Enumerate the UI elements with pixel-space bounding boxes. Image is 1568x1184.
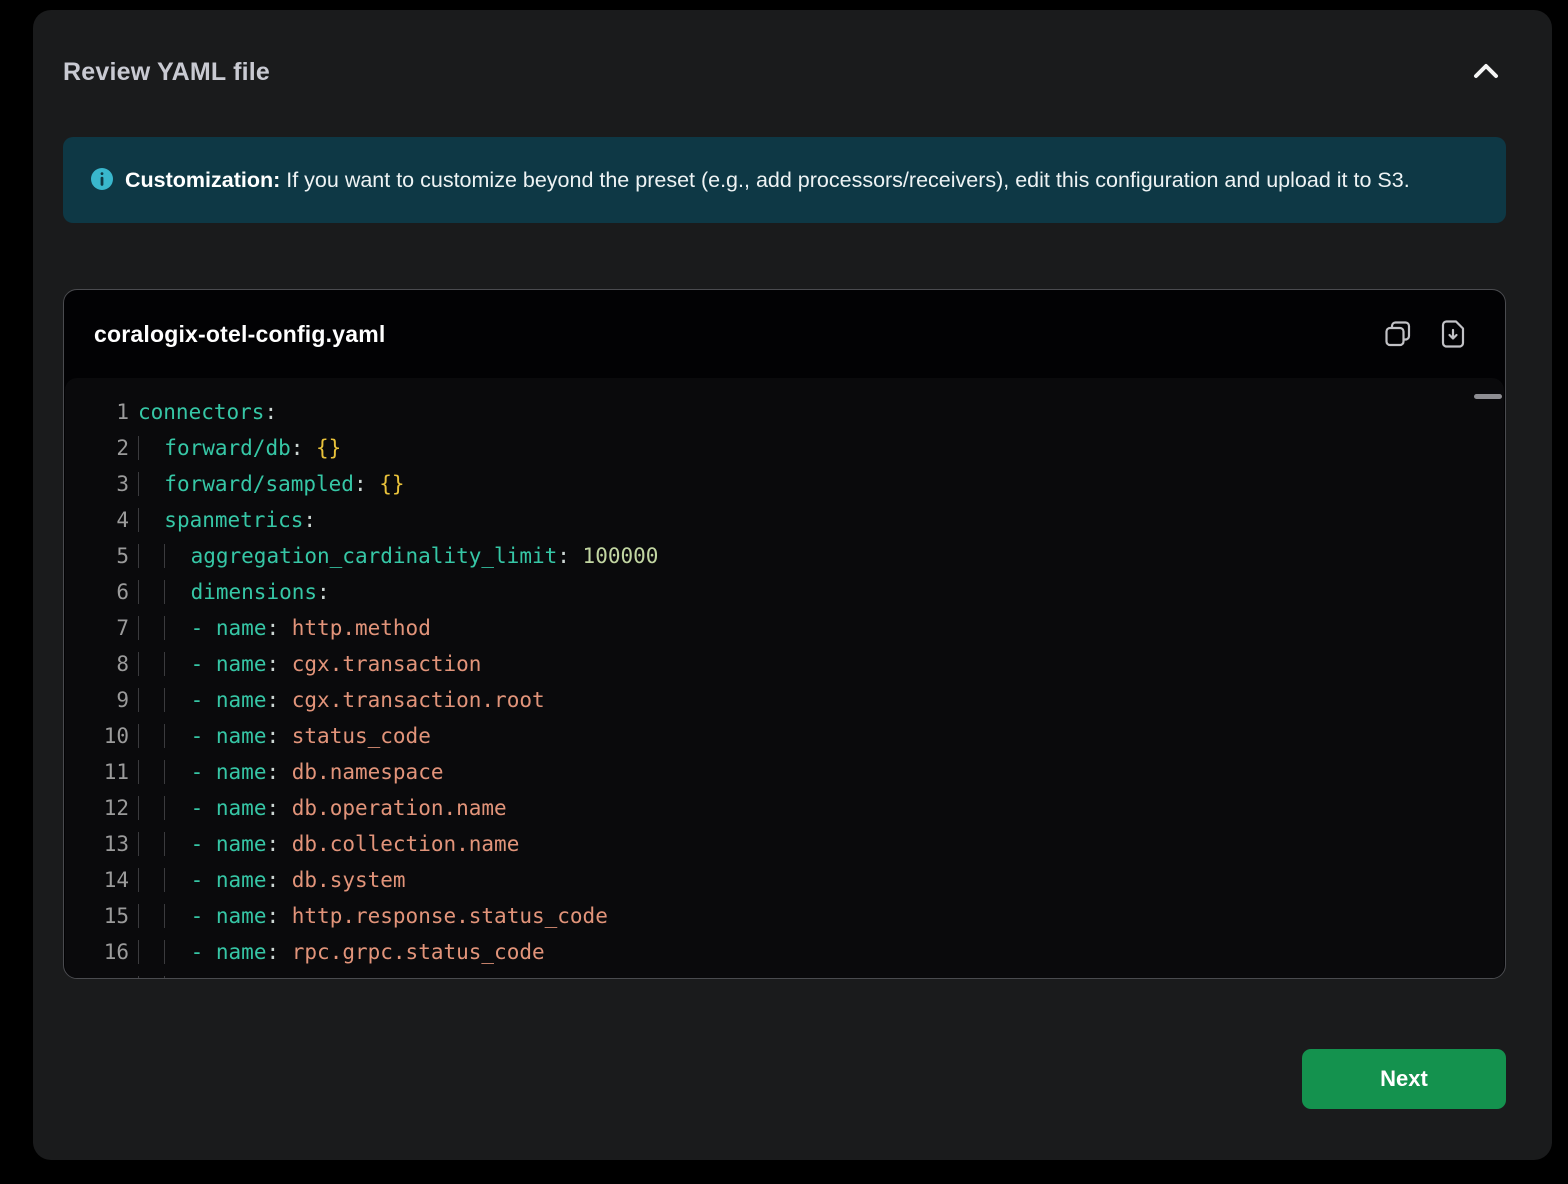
indent-guide	[164, 688, 190, 712]
indent-guide	[164, 868, 190, 892]
scrollbar-thumb[interactable]	[1474, 394, 1502, 399]
indent-guide	[138, 976, 164, 978]
indent-guide	[164, 724, 190, 748]
code-line: 8 - name: cgx.transaction	[65, 646, 1504, 682]
code-header-icons	[1381, 317, 1469, 351]
indent-guide	[138, 904, 164, 928]
indent-guide	[138, 580, 164, 604]
code-line: 16 - name: rpc.grpc.status_code	[65, 934, 1504, 970]
indent-guide	[164, 976, 190, 978]
copy-button[interactable]	[1381, 317, 1415, 351]
indent-guide	[164, 652, 190, 676]
indent-guide	[138, 652, 164, 676]
code-line: 13 - name: db.collection.name	[65, 826, 1504, 862]
next-button[interactable]: Next	[1302, 1049, 1506, 1109]
line-number: 6	[65, 574, 129, 610]
review-yaml-panel: Review YAML file Customization: If you w…	[33, 10, 1552, 1160]
indent-guide	[164, 904, 190, 928]
indent-guide	[138, 616, 164, 640]
line-number: 5	[65, 538, 129, 574]
code-line: 4 spanmetrics:	[65, 502, 1504, 538]
line-number: 12	[65, 790, 129, 826]
customization-banner: Customization: If you want to customize …	[63, 137, 1506, 223]
yaml-code-viewer[interactable]: 1connectors:2 forward/db: {}3 forward/sa…	[65, 378, 1504, 978]
banner-title: Customization:	[125, 168, 280, 192]
code-line: 12 - name: db.operation.name	[65, 790, 1504, 826]
code-line: 6 dimensions:	[65, 574, 1504, 610]
line-number: 8	[65, 646, 129, 682]
line-number: 3	[65, 466, 129, 502]
panel-title: Review YAML file	[63, 58, 270, 87]
code-line: 11 - name: db.namespace	[65, 754, 1504, 790]
line-number: 1	[65, 394, 129, 430]
code-line: 3 forward/sampled: {}	[65, 466, 1504, 502]
line-number: 2	[65, 430, 129, 466]
copy-icon	[1383, 319, 1413, 349]
code-line: 7 - name: http.method	[65, 610, 1504, 646]
code-lines: 1connectors:2 forward/db: {}3 forward/sa…	[65, 394, 1504, 978]
indent-guide	[138, 832, 164, 856]
indent-guide	[164, 832, 190, 856]
line-number: 17	[65, 970, 129, 978]
indent-guide	[138, 796, 164, 820]
yaml-code-card: coralogix-otel-config.yaml	[63, 289, 1506, 979]
line-number: 4	[65, 502, 129, 538]
code-line: 10 - name: status_code	[65, 718, 1504, 754]
indent-guide	[164, 544, 190, 568]
indent-guide	[138, 940, 164, 964]
line-number: 9	[65, 682, 129, 718]
code-line: 15 - name: http.response.status_code	[65, 898, 1504, 934]
indent-guide	[164, 940, 190, 964]
indent-guide	[164, 616, 190, 640]
banner-text: Customization: If you want to customize …	[125, 168, 1410, 192]
collapse-button[interactable]	[1468, 58, 1504, 87]
code-line: 5 aggregation_cardinality_limit: 100000	[65, 538, 1504, 574]
indent-guide	[138, 508, 164, 532]
code-line: 9 - name: cgx.transaction.root	[65, 682, 1504, 718]
indent-guide	[138, 472, 164, 496]
indent-guide	[138, 436, 164, 460]
indent-guide	[164, 760, 190, 784]
indent-guide	[164, 796, 190, 820]
panel-footer: Next	[63, 1049, 1506, 1109]
line-number: 15	[65, 898, 129, 934]
indent-guide	[138, 760, 164, 784]
indent-guide	[138, 724, 164, 748]
panel-header: Review YAML file	[63, 10, 1506, 87]
info-icon	[90, 164, 114, 204]
indent-guide	[138, 544, 164, 568]
line-number: 11	[65, 754, 129, 790]
code-card-header: coralogix-otel-config.yaml	[64, 290, 1505, 378]
line-number: 13	[65, 826, 129, 862]
line-number: 7	[65, 610, 129, 646]
download-icon	[1439, 319, 1467, 349]
yaml-filename: coralogix-otel-config.yaml	[94, 321, 385, 348]
chevron-up-icon	[1472, 62, 1500, 80]
code-line: 17 - name: rpc.method	[65, 970, 1504, 978]
code-line: 2 forward/db: {}	[65, 430, 1504, 466]
line-number: 10	[65, 718, 129, 754]
code-line: 1connectors:	[65, 394, 1504, 430]
banner-message: If you want to customize beyond the pres…	[286, 168, 1409, 192]
code-line: 14 - name: db.system	[65, 862, 1504, 898]
line-number: 16	[65, 934, 129, 970]
indent-guide	[138, 688, 164, 712]
indent-guide	[164, 580, 190, 604]
download-button[interactable]	[1437, 317, 1469, 351]
line-number: 14	[65, 862, 129, 898]
indent-guide	[138, 868, 164, 892]
